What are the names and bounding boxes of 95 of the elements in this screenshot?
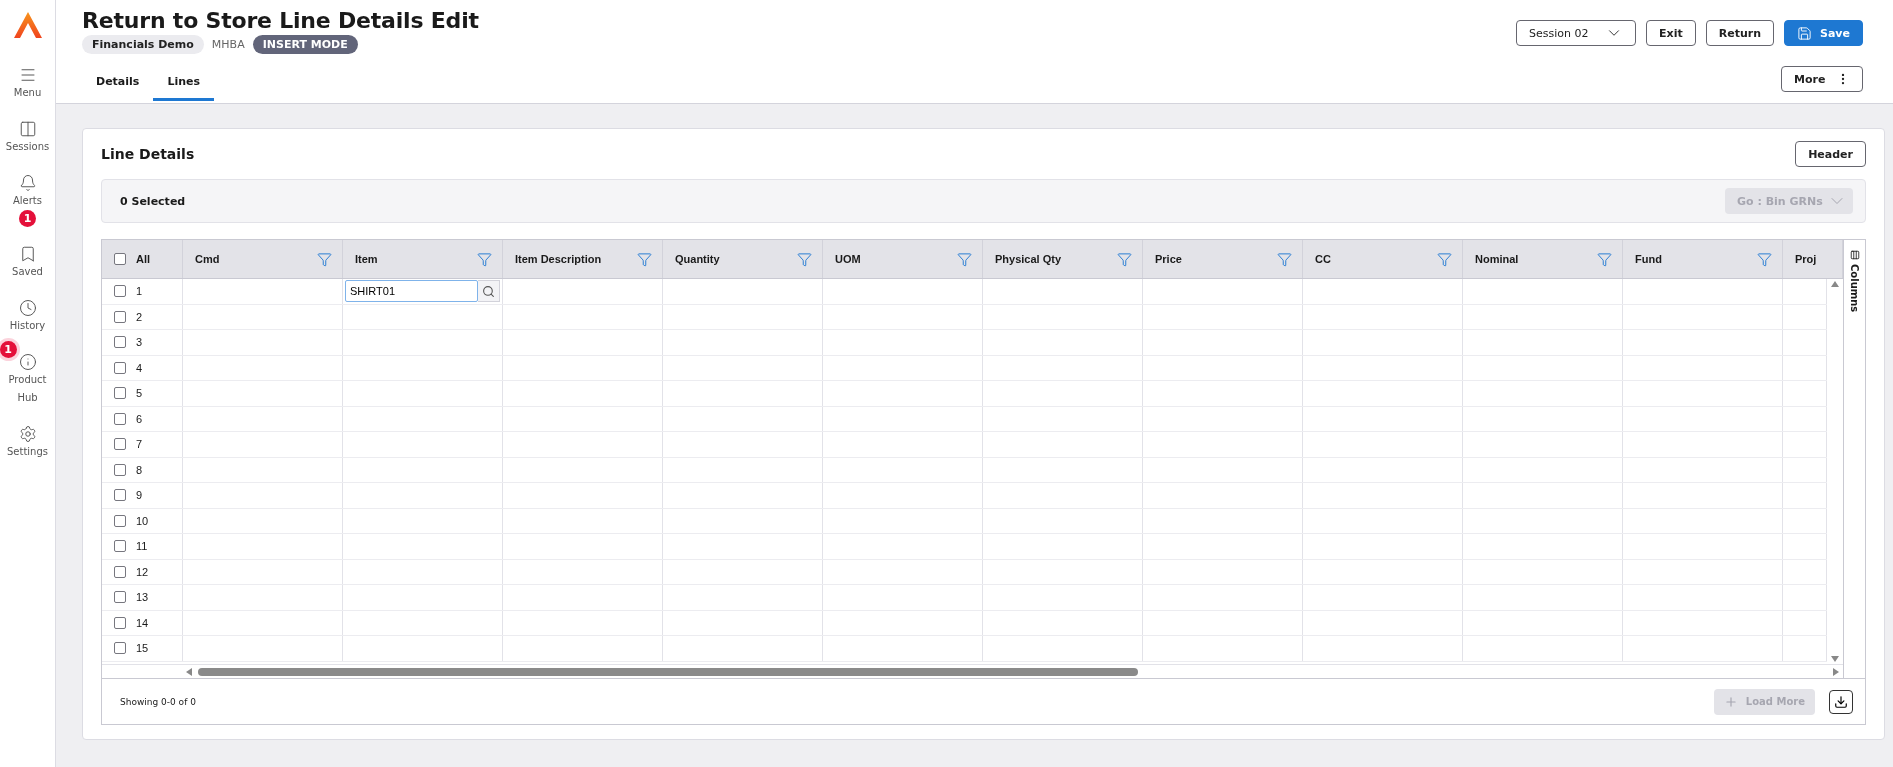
checkbox[interactable] xyxy=(114,336,126,349)
column-header[interactable]: Cmd xyxy=(195,253,220,265)
company-code: MHBA xyxy=(211,38,245,51)
column-header[interactable]: Nominal xyxy=(1475,253,1519,265)
checkbox[interactable] xyxy=(114,591,126,604)
session-dropdown[interactable]: Session 02 xyxy=(1516,20,1637,46)
row-number: 2 xyxy=(136,310,143,323)
row-number: 5 xyxy=(136,387,143,400)
mode-tag: INSERT MODE xyxy=(252,35,358,54)
sidebar-item[interactable]: Alerts xyxy=(1,192,54,210)
column-header[interactable]: Item xyxy=(355,253,378,265)
page-title: Return to Store Line Details Edit xyxy=(82,8,479,33)
toolbar-button[interactable]: Return xyxy=(1705,20,1774,46)
company-tag: Financials Demo xyxy=(82,35,204,54)
checkbox[interactable] xyxy=(114,540,126,553)
sidebar-item[interactable]: Settings xyxy=(1,443,54,461)
panels-icon[interactable] xyxy=(18,120,37,138)
checkbox[interactable] xyxy=(114,642,126,655)
row-number: 7 xyxy=(136,438,143,451)
checkbox[interactable] xyxy=(114,438,126,451)
filter-icon[interactable] xyxy=(317,251,332,267)
row-number: 15 xyxy=(136,642,149,655)
notification-badge: 1 xyxy=(19,210,36,227)
search-icon xyxy=(482,284,495,298)
clock-icon[interactable] xyxy=(18,299,37,317)
row-number: 14 xyxy=(136,616,149,629)
row-number: 3 xyxy=(136,336,143,349)
column-header[interactable]: Proj xyxy=(1795,253,1817,265)
row-number: 1 xyxy=(136,285,143,298)
checkbox[interactable] xyxy=(114,489,126,502)
columns-icon xyxy=(1849,250,1860,260)
toolbar-button[interactable]: Exit xyxy=(1646,20,1696,46)
download-button[interactable] xyxy=(1829,689,1853,714)
save-icon xyxy=(1797,25,1812,41)
filter-icon[interactable] xyxy=(637,251,652,267)
info-icon[interactable] xyxy=(18,353,37,371)
filter-icon[interactable] xyxy=(1437,251,1452,267)
column-header[interactable]: Physical Qty xyxy=(995,253,1062,265)
menu-icon[interactable] xyxy=(18,66,37,84)
row-number: 9 xyxy=(136,489,143,502)
lookup-button[interactable] xyxy=(478,280,500,303)
tab[interactable]: Details xyxy=(82,66,154,101)
row-number: 11 xyxy=(136,540,148,553)
filter-icon[interactable] xyxy=(1757,251,1772,267)
column-header[interactable]: Quantity xyxy=(675,253,720,265)
column-header[interactable]: Item Description xyxy=(515,253,602,265)
filter-icon[interactable] xyxy=(1597,251,1612,267)
checkbox[interactable] xyxy=(114,387,126,400)
column-header[interactable]: UOM xyxy=(835,253,861,265)
card-title: Line Details xyxy=(101,146,195,162)
download-icon xyxy=(1834,694,1848,709)
header-button[interactable]: Header xyxy=(1795,141,1866,167)
plus-icon xyxy=(1723,694,1738,709)
checkbox[interactable] xyxy=(114,514,126,527)
checkbox[interactable] xyxy=(114,361,126,374)
column-header[interactable]: Fund xyxy=(1635,253,1662,265)
filter-icon[interactable] xyxy=(797,251,812,267)
filter-icon[interactable] xyxy=(957,251,972,267)
checkbox[interactable] xyxy=(114,310,126,323)
column-header[interactable]: Price xyxy=(1155,253,1182,265)
filter-icon[interactable] xyxy=(1117,251,1132,267)
column-header: All xyxy=(136,253,151,265)
columns-tab-label[interactable]: Columns xyxy=(1849,264,1860,313)
sidebar-item[interactable]: History xyxy=(1,317,54,335)
checkbox[interactable] xyxy=(114,285,126,298)
selected-count: 0 Selected xyxy=(120,194,186,208)
row-number: 10 xyxy=(136,514,149,527)
columns-panel-tab[interactable]: Columns xyxy=(1843,240,1865,678)
column-header[interactable]: CC xyxy=(1315,253,1331,265)
sidebar-item[interactable]: Sessions xyxy=(1,138,54,156)
record-count: Showing 0-0 of 0 xyxy=(120,696,196,707)
bell-icon[interactable] xyxy=(18,174,37,192)
checkbox[interactable] xyxy=(114,412,126,425)
logo-icon xyxy=(13,12,42,38)
horizontal-scrollbar[interactable] xyxy=(102,664,1843,678)
checkbox[interactable] xyxy=(114,616,126,629)
sidebar-item[interactable]: Saved xyxy=(1,263,54,281)
checkbox[interactable] xyxy=(114,565,126,578)
row-number: 8 xyxy=(136,463,143,476)
row-number: 6 xyxy=(136,412,143,425)
filter-icon[interactable] xyxy=(477,251,492,267)
more-button[interactable]: More xyxy=(1781,66,1863,92)
row-number: 12 xyxy=(136,565,149,578)
settings-icon[interactable] xyxy=(18,425,37,443)
tab[interactable]: Lines xyxy=(153,66,214,101)
row-number: 4 xyxy=(136,361,143,374)
sidebar-item[interactable]: Product Hub xyxy=(1,371,54,407)
filter-icon[interactable] xyxy=(1277,251,1292,267)
checkbox[interactable] xyxy=(114,253,126,265)
sidebar-item[interactable]: Menu xyxy=(1,84,54,102)
save-button[interactable]: Save xyxy=(1784,20,1863,46)
row-number: 13 xyxy=(136,591,149,604)
notification-badge: 1 xyxy=(0,341,17,358)
item-input-field[interactable]: SHIRT01 xyxy=(345,280,478,303)
checkbox[interactable] xyxy=(114,463,126,476)
